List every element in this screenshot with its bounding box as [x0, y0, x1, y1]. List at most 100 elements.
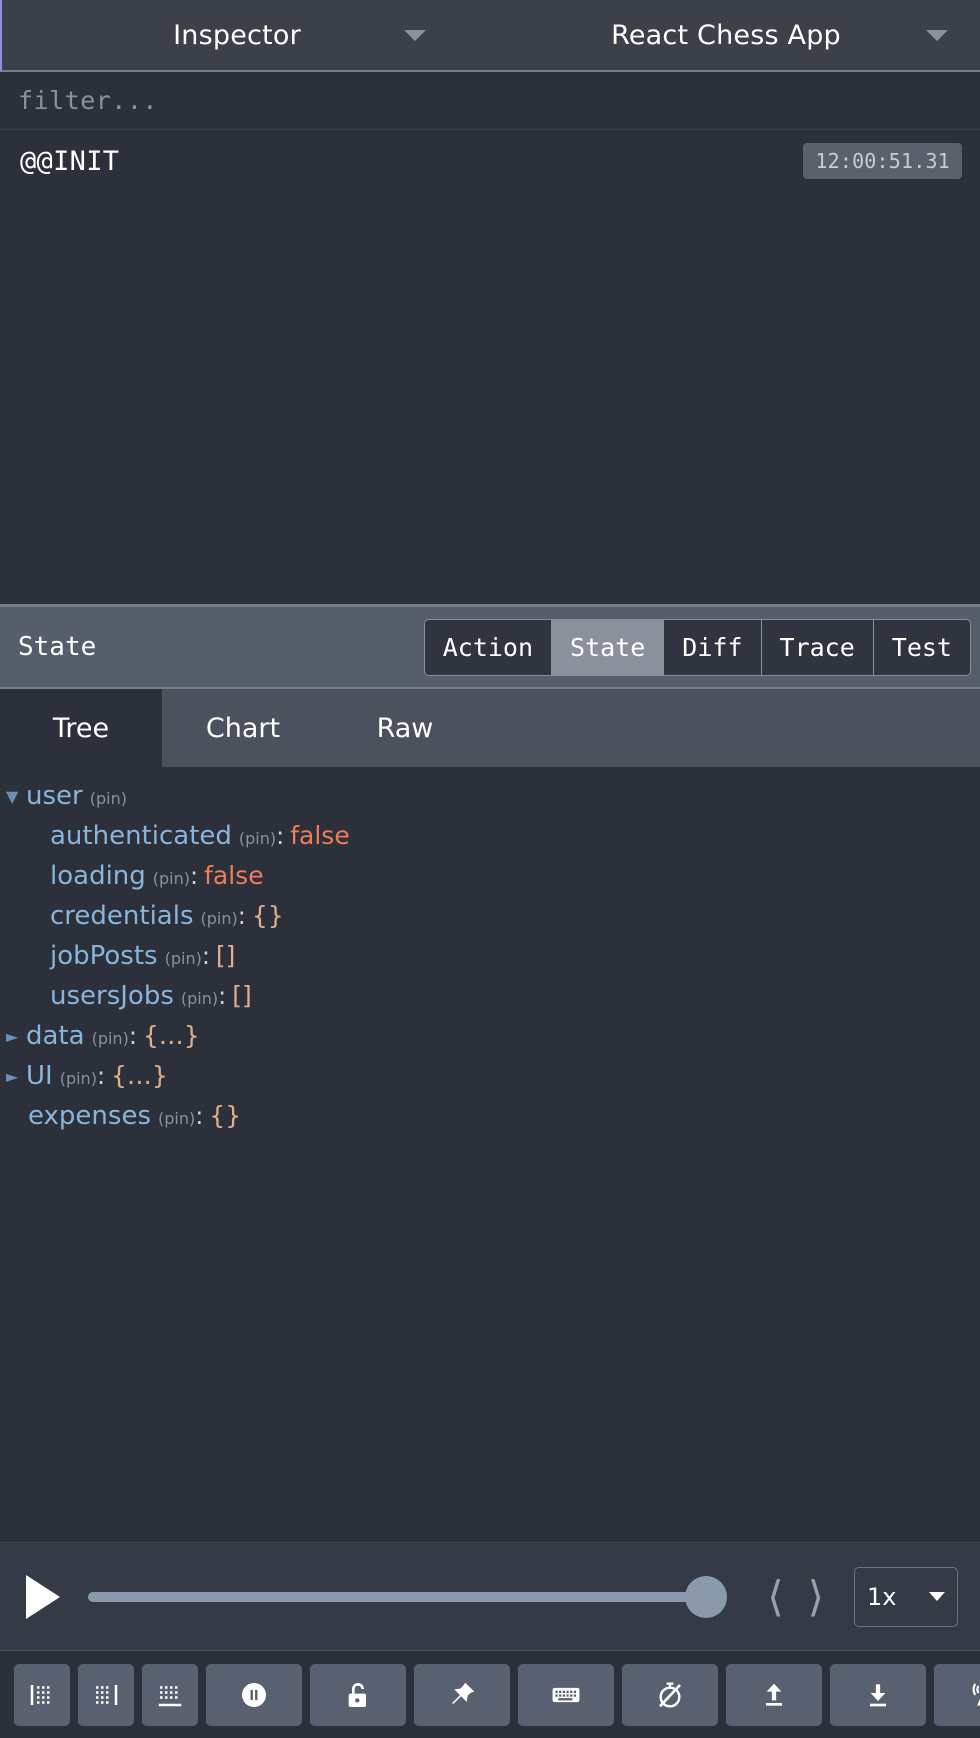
pin-label[interactable]: (pin)	[60, 1069, 97, 1088]
tree-colon: :	[195, 1102, 204, 1130]
remote-button[interactable]	[934, 1663, 980, 1726]
instance-selector[interactable]: React Chess App	[472, 0, 980, 70]
tree-colon: :	[218, 982, 227, 1010]
tree-node-key: loading	[50, 861, 146, 891]
tree-node-key: UI	[26, 1061, 53, 1091]
tree-colon: :	[276, 822, 285, 850]
slider-monitor: ⟨ ⟩ 1x	[0, 1542, 980, 1650]
filter-bar	[0, 72, 980, 130]
tree-node-value: false	[204, 861, 264, 890]
tab-diff[interactable]: Diff	[664, 619, 762, 675]
pin-label[interactable]: (pin)	[153, 869, 190, 888]
subtab-chart[interactable]: Chart	[162, 689, 324, 767]
pin-button[interactable]	[414, 1663, 510, 1726]
timer-off-icon	[659, 1681, 681, 1708]
dock-bottom-button[interactable]	[142, 1663, 198, 1726]
chevron-down-icon	[404, 29, 426, 41]
tree-colon: :	[96, 1062, 106, 1090]
tree-node-value: {…}	[142, 1021, 200, 1050]
tree-colon: :	[190, 862, 199, 890]
keyboard-shortcuts-button[interactable]	[518, 1663, 614, 1726]
tab-action[interactable]: Action	[424, 619, 553, 675]
dock-right-button[interactable]	[78, 1663, 134, 1726]
tree-node-data[interactable]: ► data (pin) : {…}	[0, 1021, 980, 1061]
unlock-icon	[348, 1682, 366, 1707]
pin-label[interactable]: (pin)	[201, 909, 238, 928]
chevron-down-icon	[926, 29, 948, 41]
tab-state[interactable]: State	[552, 619, 665, 675]
tree-colon: :	[237, 902, 246, 930]
slider-thumb[interactable]	[685, 1575, 728, 1618]
upload-icon	[766, 1683, 782, 1706]
pin-label[interactable]: (pin)	[181, 989, 218, 1008]
action-name: @@INIT	[20, 145, 120, 177]
play-icon[interactable]	[26, 1574, 60, 1619]
pin-icon	[452, 1682, 475, 1704]
playback-speed-selector[interactable]: 1x	[854, 1566, 958, 1627]
tree-node-credentials[interactable]: credentials (pin) : {}	[0, 901, 980, 941]
filter-input[interactable]	[18, 86, 962, 115]
tree-node-expenses[interactable]: expenses (pin) : {}	[0, 1101, 980, 1141]
tree-colon: :	[201, 942, 210, 970]
dock-bottom-icon	[158, 1685, 182, 1706]
state-view-subtabs: Tree Chart Raw	[0, 689, 980, 767]
state-tree: ▼ user (pin) authenticated (pin) : false…	[0, 767, 980, 1542]
pin-label[interactable]: (pin)	[165, 949, 202, 968]
tree-node-usersjobs[interactable]: usersJobs (pin) : []	[0, 981, 980, 1021]
caret-expanded-icon[interactable]: ▼	[6, 789, 26, 805]
pause-circle-icon	[242, 1682, 266, 1707]
monitor-selector-label: Inspector	[173, 19, 301, 51]
tree-node-jobposts[interactable]: jobPosts (pin) : []	[0, 941, 980, 981]
download-icon	[870, 1683, 886, 1706]
caret-collapsed-icon[interactable]: ►	[6, 1069, 26, 1085]
inspector-tab-group: Action State Diff Trace Test	[423, 618, 971, 676]
pause-recording-button[interactable]	[206, 1663, 302, 1726]
pin-label[interactable]: (pin)	[92, 1029, 129, 1048]
tab-test[interactable]: Test	[873, 619, 970, 675]
subtab-tree[interactable]: Tree	[0, 689, 162, 767]
playback-speed-value: 1x	[867, 1582, 897, 1611]
tree-node-user[interactable]: ▼ user (pin)	[0, 781, 980, 821]
pin-label[interactable]: (pin)	[158, 1109, 195, 1128]
monitor-selector[interactable]: Inspector	[2, 0, 472, 70]
tree-node-key: authenticated	[50, 821, 232, 851]
chevron-right-icon[interactable]: ⟩	[796, 1575, 836, 1618]
subtab-raw[interactable]: Raw	[324, 689, 486, 767]
redux-devtools-window: Inspector React Chess App @@INIT 12:00:5…	[0, 0, 980, 1738]
tree-node-loading[interactable]: loading (pin) : false	[0, 861, 980, 901]
slider-track	[88, 1591, 728, 1602]
action-list-item[interactable]: @@INIT 12:00:51.31	[0, 130, 980, 192]
tree-node-key: jobPosts	[50, 941, 158, 971]
import-button[interactable]	[726, 1663, 822, 1726]
tree-node-value: {}	[251, 901, 284, 930]
tab-trace[interactable]: Trace	[761, 619, 874, 675]
dock-left-icon	[30, 1684, 50, 1705]
dock-right-icon	[96, 1684, 118, 1705]
tree-node-value: []	[232, 981, 252, 1010]
export-button[interactable]	[830, 1663, 926, 1726]
caret-collapsed-icon[interactable]: ►	[6, 1029, 26, 1045]
action-list[interactable]: @@INIT 12:00:51.31	[0, 130, 980, 607]
monitor-header: State Action State Diff Trace Test	[0, 607, 980, 689]
chevron-left-icon[interactable]: ⟨	[755, 1575, 795, 1618]
pin-label[interactable]: (pin)	[239, 829, 276, 848]
lock-changes-button[interactable]	[310, 1663, 406, 1726]
tree-node-ui[interactable]: ► UI (pin) : {…}	[0, 1061, 980, 1101]
broadcast-icon	[972, 1683, 980, 1706]
tree-node-value: false	[290, 821, 350, 850]
action-timestamp: 12:00:51.31	[803, 143, 962, 179]
tree-node-value: []	[215, 941, 236, 970]
tree-node-value: {…}	[111, 1061, 168, 1090]
pin-label[interactable]: (pin)	[90, 789, 127, 808]
instance-selector-label: React Chess App	[611, 19, 841, 51]
tree-node-key: expenses	[28, 1101, 151, 1131]
chevron-down-icon	[929, 1592, 945, 1601]
tree-colon: :	[128, 1022, 137, 1050]
dock-left-button[interactable]	[14, 1663, 70, 1726]
disable-timer-button[interactable]	[622, 1663, 718, 1726]
top-header-bar: Inspector React Chess App	[0, 0, 980, 72]
tree-node-key: credentials	[50, 901, 194, 931]
timeline-slider[interactable]	[88, 1575, 728, 1618]
bottom-toolbar	[0, 1650, 980, 1738]
tree-node-authenticated[interactable]: authenticated (pin) : false	[0, 821, 980, 861]
